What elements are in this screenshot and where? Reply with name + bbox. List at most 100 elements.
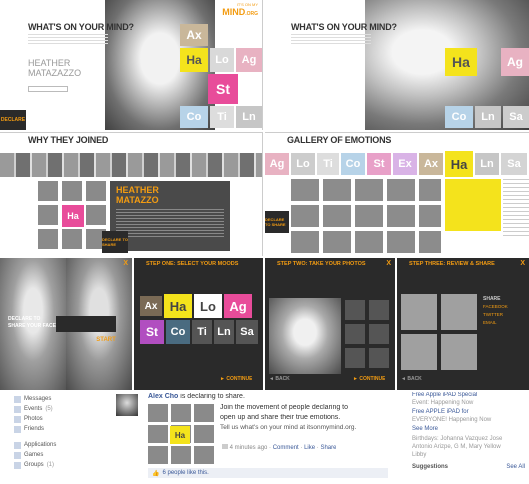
tile-co[interactable]: Co [166,320,190,344]
back-button[interactable]: ◄ BACK [401,376,422,382]
continue-button[interactable]: ► CONTINUE [220,376,252,382]
step-label: STEP TWO: TAKE YOUR PHOTOS [277,261,366,267]
share-email[interactable]: EMAIL [483,320,497,325]
tile-co[interactable]: Co [445,106,473,128]
logo-main: MIND [222,7,246,17]
tile-ln[interactable]: Ln [475,106,501,128]
birthday-line-1: Birthdays: Johanna Vazquez Jose [412,436,503,442]
intro-text [28,34,108,46]
tile-ag[interactable]: Ag [224,294,252,318]
panel-declare-face: DECLARE TO SHARE YOUR FACE START X [0,258,132,390]
camera-preview [269,298,341,374]
tile-lo[interactable]: Lo [210,48,234,72]
share-label: SHARE [483,296,501,302]
step-label: STEP ONE: SELECT YOUR MOODS [146,261,239,267]
face-strip [0,153,262,177]
likes-count[interactable]: 6 people like this. [162,470,208,476]
close-icon[interactable]: X [123,260,128,267]
panel-gallery-of-emotions: GALLERY OF EMOTIONS Ag Lo Ti Co St Ex Ax… [265,132,529,256]
tile-sa[interactable]: Sa [503,106,529,128]
panel-step-one: STEP ONE: SELECT YOUR MOODS Ax Ha Lo Ag … [134,258,263,390]
tile-ti[interactable]: Ti [192,320,212,344]
tile-st[interactable]: St [367,153,391,175]
tile-ti[interactable]: Ti [317,153,339,175]
post-line-2: open up and share their true emotions. [220,414,341,421]
tile-ag[interactable]: Ag [236,48,262,72]
page-title: GALLERY OF EMOTIONS [287,135,392,145]
tile-ha: Ha [170,426,190,444]
close-icon[interactable]: X [520,260,525,267]
mood-select[interactable] [28,86,68,92]
ad-line-3[interactable]: Free APPLE iPAD for [412,409,469,415]
share-twitter[interactable]: TWITTER [483,312,503,317]
panel-whats-on-your-mind-1: WHAT'S ON YOUR MIND? HEATHER MATAZAZZO I… [0,0,263,130]
step-label: STEP THREE: REVIEW & SHARE [409,261,495,267]
name-last: MATAZZO [116,195,159,205]
tile-ha[interactable]: Ha [445,48,477,76]
post-time: 4 minutes ago [229,445,268,451]
see-more-link[interactable]: See More [412,426,438,432]
tile-ln[interactable]: Ln [214,320,234,344]
sidebar-item-messages[interactable]: Messages [14,394,56,404]
start-button[interactable]: START [92,334,120,346]
tile-ex[interactable]: Ex [393,153,417,175]
close-icon[interactable]: X [386,260,391,267]
post-meta: 4 minutes ago · Comment · Like · Share [222,444,336,451]
tile-ha[interactable]: Ha [445,151,473,177]
tile-sa[interactable]: Sa [501,153,527,175]
tile-sa[interactable]: Sa [236,320,258,344]
tile-ag[interactable]: Ag [265,153,289,175]
tile-ax[interactable]: Ax [180,24,208,46]
tile-ln[interactable]: Ln [236,106,262,128]
share-facebook[interactable]: FACEBOOK [483,304,508,309]
tile-lo[interactable]: Lo [194,294,222,318]
tile-lo[interactable]: Lo [291,153,315,175]
suggestions-heading: Suggestions [412,464,449,470]
tile-ha[interactable]: Ha [164,294,192,318]
post-line-1: Join the movement of people declaring to [220,404,349,411]
review-photos [401,294,477,372]
declare-to-share-button[interactable]: DECLARE TO SHARE [265,211,289,233]
back-button[interactable]: ◄ BACK [269,376,290,382]
likes-bar: 👍 6 people like this. [148,468,388,478]
comment-link[interactable]: Comment [273,445,299,451]
profile-card: HEATHER MATAZZO [110,181,230,251]
sidebar-item-applications[interactable]: Applications [14,440,56,450]
like-link[interactable]: Like [304,445,315,451]
ad-line-1[interactable]: Free Apple iPAD Special [412,392,477,398]
name-first: HEATHER [28,58,71,68]
tile-co[interactable]: Co [180,106,208,128]
continue-button[interactable]: ► CONTINUE [353,376,385,382]
panel-step-three: STEP THREE: REVIEW & SHARE X SHARE FACEB… [397,258,529,390]
tile-ha[interactable]: Ha [180,48,208,72]
see-all-link[interactable]: See All [506,464,525,470]
quote-text [116,209,224,239]
sidebar-item-photos[interactable]: Photos [14,414,56,424]
tile-ax[interactable]: Ax [419,153,443,175]
share-link[interactable]: Share [320,445,336,451]
post-line-3: Tell us what's on your mind at itsonmymi… [220,424,357,431]
post-author[interactable]: Alex Cho [148,393,178,400]
time-icon [222,444,228,449]
tile-co[interactable]: Co [341,153,365,175]
tile-ln[interactable]: Ln [475,153,499,175]
name-first: HEATHER [116,185,159,195]
page-title: WHY THEY JOINED [28,135,109,145]
groups-icon [14,461,21,469]
declare-label: DECLARE TO SHARE YOUR FACE [8,316,56,329]
sidebar-item-events[interactable]: Events (5) [14,404,56,414]
tile-ax[interactable]: Ax [140,296,162,316]
sidebar-item-friends[interactable]: Friends [14,424,56,434]
sidebar-item-groups[interactable]: Groups (1) [14,460,56,470]
info-sidebar [503,179,529,239]
tile-st[interactable]: St [140,320,164,344]
declare-button[interactable]: DECLARE [0,110,26,130]
tile-ag[interactable]: Ag [501,48,529,76]
games-icon [14,451,21,459]
avatar [116,394,138,416]
gallery-faces [291,179,441,255]
sidebar-item-games[interactable]: Games [14,450,56,460]
declare-to-share-button[interactable]: DECLARE TO SHARE [102,231,128,253]
tile-st[interactable]: St [208,74,238,104]
tile-ti[interactable]: Ti [210,106,234,128]
